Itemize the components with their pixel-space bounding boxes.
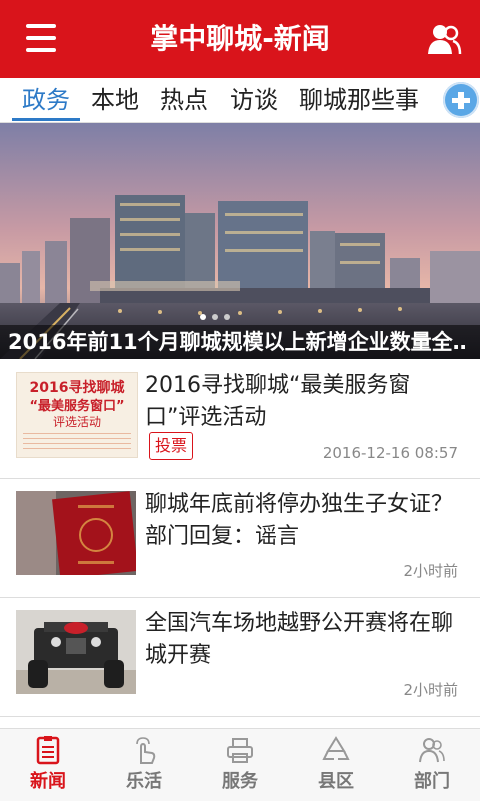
banner-caption-bar: 2016年前11个月聊城规模以上新增企业数量全… xyxy=(0,325,480,359)
nav-county[interactable]: 县区 xyxy=(288,729,384,801)
news-time: 2016-12-16 08:57 xyxy=(322,444,458,462)
nav-label: 县区 xyxy=(318,771,354,792)
carousel-dot xyxy=(200,314,206,320)
nav-lehuo[interactable]: 乐活 xyxy=(96,729,192,801)
tab-liaocheng-stories[interactable]: 聊城那些事 xyxy=(294,78,424,122)
page-title: 掌中聊城-新闻 xyxy=(150,22,330,55)
headline-banner[interactable]: 2016年前11个月聊城规模以上新增企业数量全… xyxy=(0,123,480,359)
banner-caption: 2016年前11个月聊城规模以上新增企业数量全… xyxy=(8,330,468,354)
app-header: 掌中聊城-新闻 xyxy=(0,0,480,78)
news-item[interactable]: 聊城年底前将停办独生子女证？部门回复：谣言 2小时前 xyxy=(0,479,480,598)
tap-icon xyxy=(136,737,156,764)
printer-icon xyxy=(227,738,253,763)
thumbnail-fine-print xyxy=(23,433,131,453)
carousel-dot xyxy=(224,314,230,320)
news-time: 2小时前 xyxy=(403,562,458,580)
nav-service[interactable]: 服务 xyxy=(192,729,288,801)
nav-label: 新闻 xyxy=(30,771,66,792)
add-channel-icon[interactable] xyxy=(443,82,479,118)
news-icon xyxy=(36,736,60,765)
news-title: 2016寻找聊城“最美服务窗口”评选活动 xyxy=(145,373,411,430)
city-skyline-image xyxy=(0,123,480,359)
recycle-icon xyxy=(322,736,350,760)
news-item[interactable]: 全国汽车场地越野公开赛将在聊城开赛 2小时前 xyxy=(0,598,480,717)
nav-news[interactable]: 新闻 xyxy=(0,729,96,801)
news-thumbnail xyxy=(16,491,136,575)
nav-department[interactable]: 部门 xyxy=(384,729,480,801)
tab-zhengwu[interactable]: 政务 xyxy=(12,78,80,122)
tab-bendi[interactable]: 本地 xyxy=(84,78,146,122)
news-item[interactable]: 2016寻找聊城 “最美服务窗口” 评选活动 2016寻找聊城“最美服务窗口”评… xyxy=(0,360,480,479)
thumbnail-text-1: 2016寻找聊城 xyxy=(29,380,125,396)
carousel-indicator xyxy=(200,305,236,324)
carousel-dot xyxy=(212,314,218,320)
nav-label: 服务 xyxy=(222,771,258,792)
news-title: 聊城年底前将停办独生子女证？部门回复：谣言 xyxy=(145,492,454,549)
thumbnail-text-2: “最美服务窗口” xyxy=(29,399,125,414)
vote-badge[interactable]: 投票 xyxy=(149,432,194,460)
tab-redian[interactable]: 热点 xyxy=(152,78,216,122)
category-tabs: 政务 本地 热点 访谈 聊城那些事 xyxy=(0,78,480,123)
news-time: 2小时前 xyxy=(403,681,458,699)
news-thumbnail: 2016寻找聊城 “最美服务窗口” 评选活动 xyxy=(16,372,138,458)
news-thumbnail xyxy=(16,610,136,694)
nav-label: 乐活 xyxy=(126,771,162,792)
people-icon xyxy=(419,738,445,763)
active-tab-indicator xyxy=(12,118,80,121)
news-title: 全国汽车场地越野公开赛将在聊城开赛 xyxy=(145,611,454,668)
nav-label: 部门 xyxy=(414,771,450,792)
bottom-navigation: 新闻 乐活 服务 县区 部门 xyxy=(0,728,480,801)
user-icon[interactable] xyxy=(426,22,462,56)
thumbnail-text-3: 评选活动 xyxy=(52,415,101,429)
tab-fangtan[interactable]: 访谈 xyxy=(222,78,286,122)
